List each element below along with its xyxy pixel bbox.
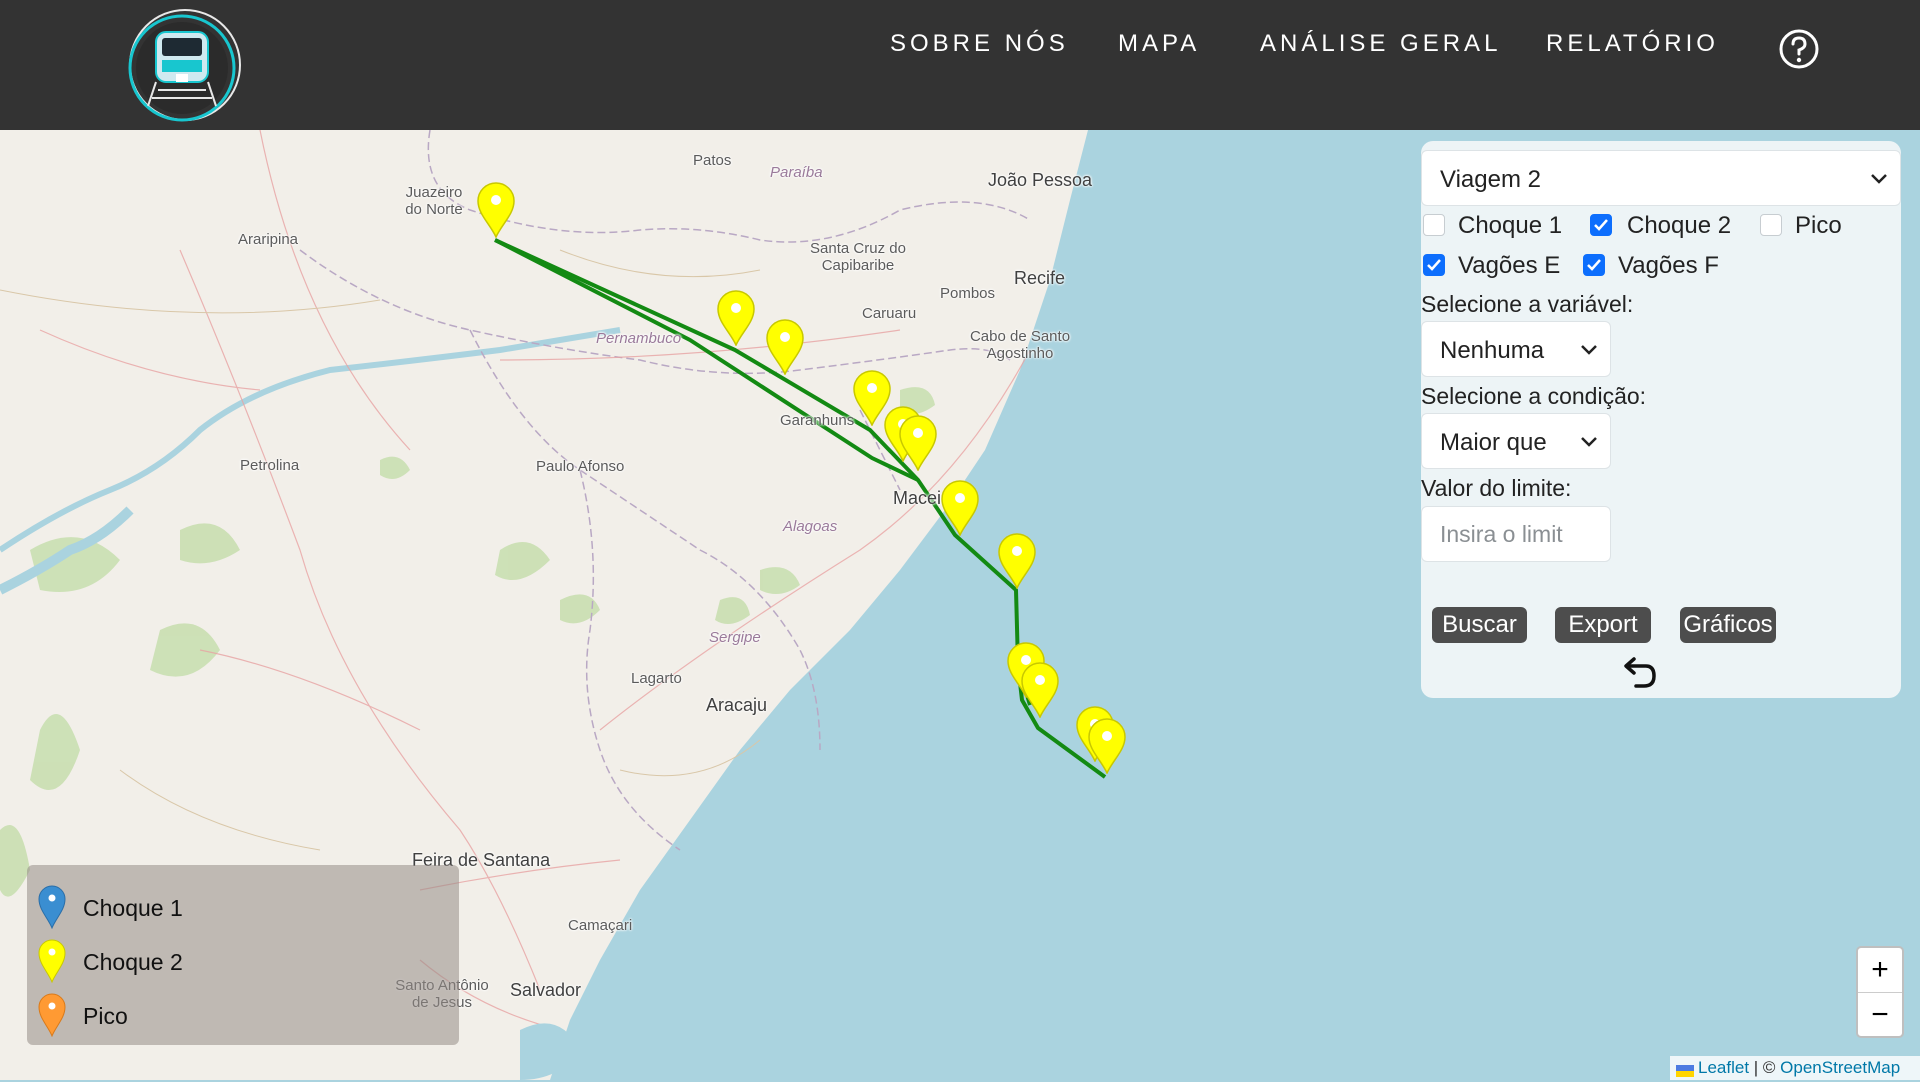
place-caruaru: Caruaru: [862, 305, 917, 322]
variable-select-value: Nenhuma: [1440, 337, 1545, 364]
nav-sobre-nos[interactable]: SOBRE NÓS: [890, 26, 1069, 62]
top-navbar: SOBRE NÓS MAPA ANÁLISE GERAL RELATÓRIO: [0, 0, 1920, 130]
place-alagoas: Alagoas: [783, 518, 838, 535]
checkbox-choque-2[interactable]: [1590, 214, 1612, 236]
condition-label: Selecione a condição:: [1421, 383, 1647, 409]
place-cabo: Cabo de Santo Agostinho: [969, 328, 1071, 362]
map-marker-choque-2[interactable]: [1020, 662, 1060, 719]
place-salvador: Salvador: [510, 980, 582, 1000]
checkbox-pico[interactable]: [1760, 214, 1782, 236]
chevron-down-icon: [1871, 174, 1887, 184]
place-garanhuns: Garanhuns: [780, 412, 855, 429]
zoom-out-button[interactable]: −: [1858, 993, 1902, 1037]
variable-label: Selecione a variável:: [1421, 291, 1634, 317]
chevron-down-icon: [1581, 437, 1597, 447]
ukraine-flag-icon: [1676, 1062, 1694, 1077]
place-patos: Patos: [693, 152, 732, 169]
place-pombos: Pombos: [940, 285, 996, 302]
place-santa-cruz: Santa Cruz do Capibaribe: [810, 240, 906, 274]
place-pernambuco: Pernambuco: [596, 330, 682, 347]
place-aracaju: Aracaju: [706, 695, 768, 715]
checkbox-pico-label: Pico: [1795, 212, 1842, 239]
condition-select-value: Maior que: [1440, 429, 1547, 456]
chevron-down-icon: [1581, 345, 1597, 355]
place-paulo-afonso: Paulo Afonso: [536, 458, 625, 475]
map-marker-choque-2[interactable]: [1087, 718, 1127, 775]
map-marker-choque-2[interactable]: [716, 290, 756, 347]
filter-panel: Viagem 2 Choque 1 Choque 2 Pico Vagões E…: [1421, 141, 1901, 698]
export-button[interactable]: Export: [1555, 607, 1651, 643]
blue-marker-icon: [38, 885, 66, 930]
question-circle-icon[interactable]: [1779, 29, 1819, 69]
train-logo-icon[interactable]: [122, 6, 248, 124]
map-marker-choque-2[interactable]: [997, 533, 1037, 590]
nav-relatorio[interactable]: RELATÓRIO: [1546, 26, 1719, 62]
yellow-marker-icon: [38, 939, 66, 984]
legend-item-choque-2: Choque 2: [37, 939, 183, 984]
map-marker-choque-2[interactable]: [898, 415, 938, 472]
place-recife: Recife: [1014, 268, 1066, 288]
checkbox-choque-1-label: Choque 1: [1458, 212, 1563, 239]
legend-item-pico: Pico: [37, 993, 128, 1038]
map-marker-choque-2[interactable]: [476, 182, 516, 239]
trip-select[interactable]: Viagem 2: [1421, 150, 1901, 206]
place-juazeiro: Juazeiro do Norte: [405, 184, 463, 218]
legend-label: Choque 2: [83, 949, 183, 975]
zoom-control: + −: [1856, 946, 1904, 1038]
nav-mapa[interactable]: MAPA: [1118, 26, 1200, 62]
openstreetmap-link[interactable]: OpenStreetMap: [1780, 1058, 1900, 1078]
zoom-in-button[interactable]: +: [1858, 948, 1902, 993]
nav-analise-geral[interactable]: ANÁLISE GERAL: [1260, 26, 1501, 62]
checkbox-vagoes-f-label: Vagões F: [1618, 252, 1719, 279]
checkbox-vagoes-e-label: Vagões E: [1458, 252, 1561, 279]
place-araripina: Araripina: [238, 231, 299, 248]
map-marker-choque-2[interactable]: [765, 319, 805, 376]
leaflet-link[interactable]: Leaflet: [1698, 1058, 1749, 1078]
checkbox-choque-1[interactable]: [1423, 214, 1445, 236]
undo-arrow-icon[interactable]: [1618, 656, 1658, 692]
search-button[interactable]: Buscar: [1432, 607, 1527, 643]
place-lagarto: Lagarto: [631, 670, 682, 687]
condition-select[interactable]: Maior que: [1421, 413, 1611, 469]
checkbox-vagoes-f[interactable]: [1583, 254, 1605, 276]
place-paraiba: Paraíba: [770, 164, 823, 181]
place-petrolina: Petrolina: [240, 457, 300, 474]
charts-button[interactable]: Gráficos: [1680, 607, 1776, 643]
legend-label: Pico: [83, 1003, 128, 1029]
trip-select-value: Viagem 2: [1440, 166, 1541, 193]
map-marker-choque-2[interactable]: [940, 480, 980, 537]
place-joao-pessoa: João Pessoa: [988, 170, 1093, 190]
map-legend: Choque 1 Choque 2 Pico: [27, 865, 459, 1045]
limit-label: Valor do limite:: [1421, 475, 1572, 501]
orange-marker-icon: [38, 993, 66, 1038]
place-sergipe: Sergipe: [709, 629, 761, 646]
legend-label: Choque 1: [83, 895, 183, 921]
place-camacari: Camaçari: [568, 917, 633, 934]
checkbox-vagoes-e[interactable]: [1423, 254, 1445, 276]
attribution-separator: | ©: [1749, 1058, 1781, 1077]
variable-select[interactable]: Nenhuma: [1421, 321, 1611, 377]
limit-input[interactable]: [1421, 506, 1611, 562]
legend-item-choque-1: Choque 1: [37, 885, 183, 930]
map-attribution: Leaflet | © OpenStreetMap: [1670, 1056, 1920, 1080]
checkbox-choque-2-label: Choque 2: [1627, 212, 1732, 239]
